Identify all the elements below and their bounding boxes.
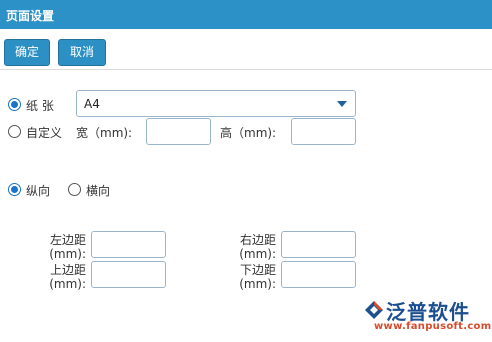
portrait-radio[interactable]: [8, 183, 21, 196]
width-input[interactable]: [146, 118, 211, 145]
paper-size-radio[interactable]: [8, 98, 21, 111]
bottom-margin-input[interactable]: [281, 261, 356, 288]
fanpusoft-logo: 泛普软件 www.fanpusoft.com: [362, 296, 492, 336]
paper-size-value: A4: [84, 97, 100, 111]
custom-size-radio[interactable]: [8, 125, 21, 138]
paper-size-select[interactable]: A4: [76, 90, 356, 117]
left-margin-label: 左边距(mm):: [49, 233, 86, 261]
top-margin-input[interactable]: [91, 261, 166, 288]
title-bar: 页面设置: [0, 0, 492, 29]
logo-mark-icon: [365, 301, 383, 319]
height-label: 高（mm):: [220, 126, 277, 140]
bottom-margin-label: 下边距(mm):: [239, 263, 276, 291]
toolbar: 确定 取消: [0, 29, 492, 70]
confirm-button[interactable]: 确定: [4, 39, 50, 66]
height-input[interactable]: [291, 118, 356, 145]
cancel-button[interactable]: 取消: [58, 39, 106, 66]
portrait-label: 纵向: [26, 184, 51, 198]
custom-size-label: 自定义: [26, 126, 63, 140]
left-margin-input[interactable]: [91, 231, 166, 258]
landscape-radio[interactable]: [68, 183, 81, 196]
right-margin-input[interactable]: [281, 231, 356, 258]
width-label: 宽（mm):: [76, 126, 133, 140]
logo-url: www.fanpusoft.com: [374, 321, 492, 332]
landscape-label: 横向: [86, 184, 111, 198]
dropdown-arrow-icon: [337, 101, 347, 107]
paper-size-label: 纸 张: [26, 99, 54, 113]
top-margin-label: 上边距(mm):: [49, 263, 86, 291]
right-margin-label: 右边距(mm):: [239, 233, 276, 261]
window-title: 页面设置: [6, 9, 55, 23]
